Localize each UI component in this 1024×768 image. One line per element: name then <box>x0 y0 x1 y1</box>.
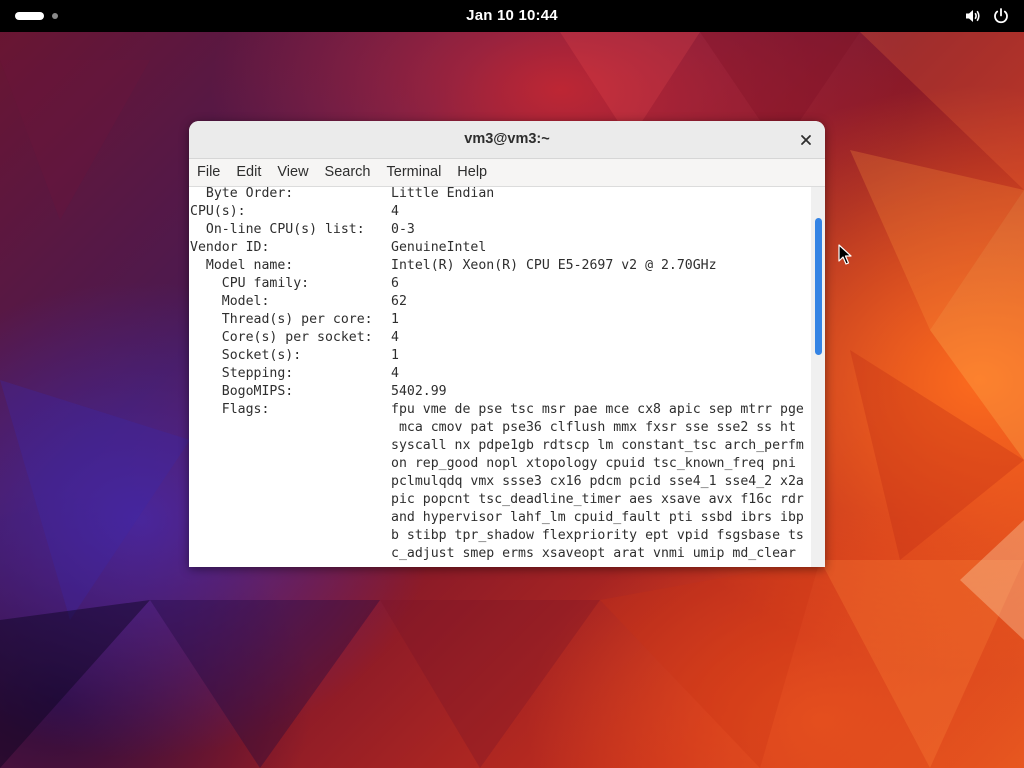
window-title: vm3@vm3:~ <box>464 131 550 147</box>
terminal-line: Socket(s): 1 <box>190 347 399 365</box>
menu-help[interactable]: Help <box>449 159 495 186</box>
terminal-line-label: BogoMIPS: <box>190 384 294 399</box>
terminal-line: CPU(s): 4 <box>190 203 399 221</box>
terminal-line: On-line CPU(s) list: 0-3 <box>190 221 415 239</box>
terminal-line-value: mca cmov pat pse36 clflush mmx fxsr sse … <box>391 420 796 435</box>
terminal-line-label: Core(s) per socket: <box>190 330 373 345</box>
terminal-line-value: pclmulqdq vmx ssse3 cx16 pdcm pcid sse4_… <box>391 474 804 489</box>
terminal-line-value: 5402.99 <box>391 384 447 399</box>
terminal-line: Flags: fpu vme de pse tsc msr pae mce cx8… <box>190 401 804 419</box>
terminal-line: Model: 62 <box>190 293 407 311</box>
terminal-line-value: 1 <box>391 312 399 327</box>
menu-view[interactable]: View <box>269 159 316 186</box>
terminal-line: CPU family: 6 <box>190 275 399 293</box>
terminal-line-label: CPU family: <box>190 276 310 291</box>
close-icon <box>801 135 811 145</box>
terminal-line-value: 4 <box>391 204 399 219</box>
terminal-line-label: Byte Order: <box>190 187 294 201</box>
terminal-line-label: Model: <box>190 294 270 309</box>
terminal-window[interactable]: vm3@vm3:~ File Edit View Search Terminal… <box>189 121 825 567</box>
activities-button[interactable] <box>15 12 58 20</box>
menu-bar: File Edit View Search Terminal Help <box>189 159 825 187</box>
terminal-line-value: and hypervisor lahf_lm cpuid_fault pti s… <box>391 510 804 525</box>
terminal-line-value: b stibp tpr_shadow flexpriority ept vpid… <box>391 528 804 543</box>
terminal-line-label: Flags: <box>190 402 270 417</box>
terminal-line: BogoMIPS: 5402.99 <box>190 383 447 401</box>
terminal-scrollbar[interactable] <box>811 187 825 567</box>
terminal-line-value: syscall nx pdpe1gb rdtscp lm constant_ts… <box>391 438 804 453</box>
terminal-line-label: Model name: <box>190 258 294 273</box>
terminal-line-value: 62 <box>391 294 407 309</box>
menu-edit[interactable]: Edit <box>228 159 269 186</box>
top-bar: Jan 10 10:44 <box>0 0 1024 32</box>
terminal-line: Stepping: 4 <box>190 365 399 383</box>
terminal-line-label: Stepping: <box>190 366 294 381</box>
close-button[interactable] <box>795 129 817 151</box>
system-tray[interactable] <box>954 7 1010 25</box>
terminal-line-label: Socket(s): <box>190 348 302 363</box>
menu-terminal[interactable]: Terminal <box>379 159 450 186</box>
terminal-line-label: CPU(s): <box>190 204 246 219</box>
clock-label[interactable]: Jan 10 10:44 <box>466 7 558 24</box>
window-titlebar[interactable]: vm3@vm3:~ <box>189 121 825 159</box>
terminal-line-value: 4 <box>391 366 399 381</box>
power-icon[interactable] <box>992 7 1010 25</box>
workspace-inactive-indicator <box>52 13 58 19</box>
terminal-line-value: c_adjust smep erms xsaveopt arat vnmi um… <box>391 546 796 561</box>
terminal-line-value: 6 <box>391 276 399 291</box>
menu-search[interactable]: Search <box>317 159 379 186</box>
terminal-line-value: 0-3 <box>391 222 415 237</box>
terminal-line-value: on rep_good nopl xtopology cpuid tsc_kno… <box>391 456 796 471</box>
terminal-line: Thread(s) per core: 1 <box>190 311 399 329</box>
workspace-active-indicator <box>15 12 44 20</box>
terminal-line-label: On-line CPU(s) list: <box>190 222 365 237</box>
volume-icon[interactable] <box>964 7 982 25</box>
terminal-line-label: Thread(s) per core: <box>190 312 373 327</box>
terminal-line-label: Vendor ID: <box>190 240 270 255</box>
terminal-line: Vendor ID: GenuineIntel <box>190 239 486 257</box>
terminal-line-value: 1 <box>391 348 399 363</box>
scrollbar-thumb[interactable] <box>815 218 822 355</box>
terminal-line-value: pic popcnt tsc_deadline_timer aes xsave … <box>391 492 804 507</box>
terminal-line-value: fpu vme de pse tsc msr pae mce cx8 apic … <box>391 402 804 417</box>
mouse-pointer-icon <box>838 244 852 265</box>
clock-container: Jan 10 10:44 <box>0 0 1024 32</box>
terminal-line-value: Intel(R) Xeon(R) CPU E5-2697 v2 @ 2.70GH… <box>391 258 717 273</box>
terminal-output[interactable]: Byte Order: Little Endian CPU(s): 4 On-line… <box>189 187 811 567</box>
terminal-line: Model name: Intel(R) Xeon(R) CPU E5-2697 … <box>190 257 717 275</box>
menu-file[interactable]: File <box>189 159 228 186</box>
terminal-line-value: Little Endian <box>391 187 495 201</box>
terminal-line-value: GenuineIntel <box>391 240 487 255</box>
terminal-line: Core(s) per socket: 4 <box>190 329 399 347</box>
terminal-line: Byte Order: Little Endian <box>190 187 494 203</box>
terminal-line-value: 4 <box>391 330 399 345</box>
